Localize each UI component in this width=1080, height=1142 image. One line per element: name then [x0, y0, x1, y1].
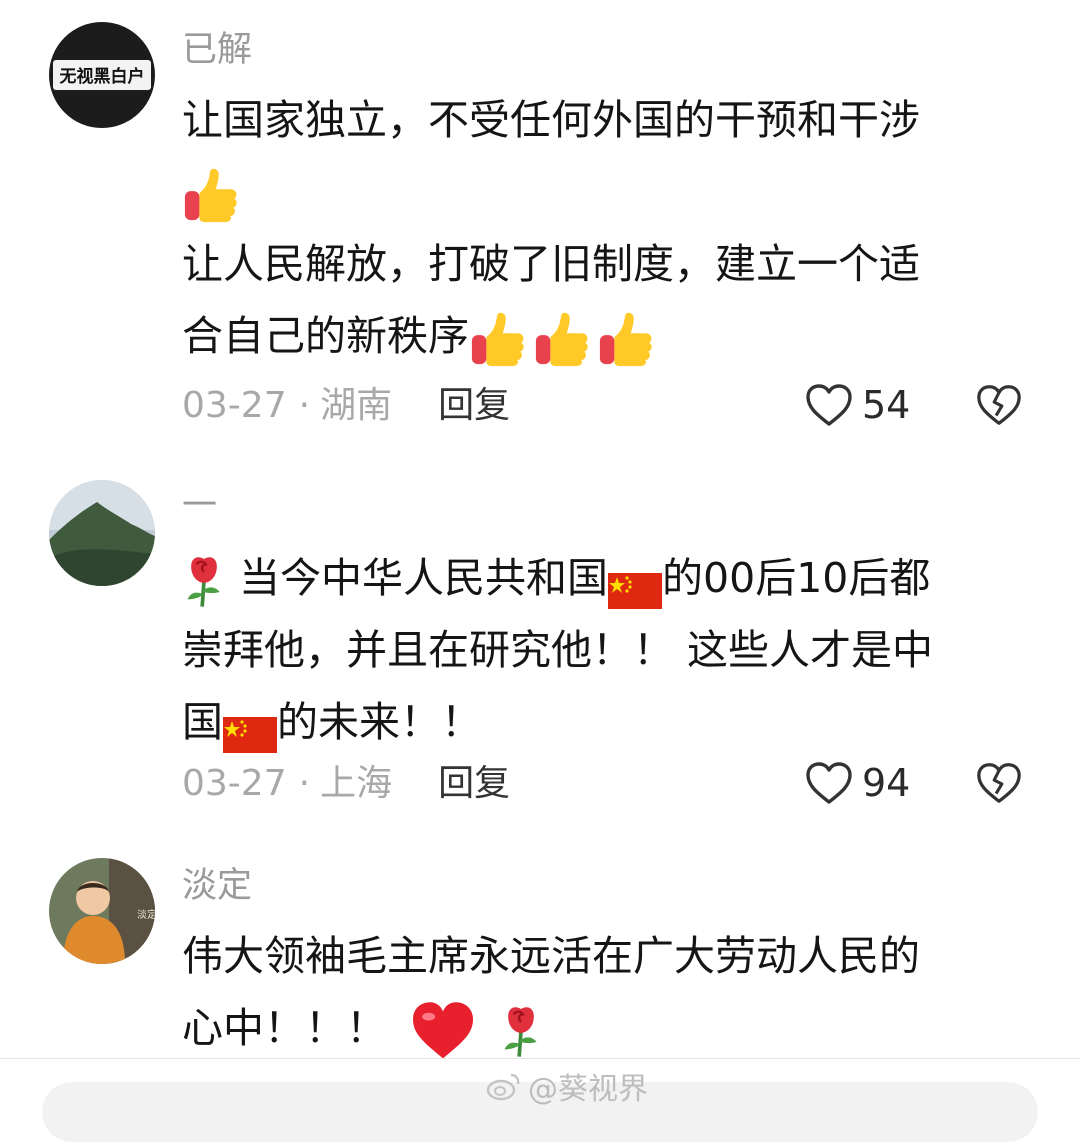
comment-item: 淡定 淡定 伟大领袖毛主席永远活在广大劳动人民的 心中！！！: [0, 0, 1080, 1060]
comment-line: 心中！！！: [182, 1004, 387, 1052]
rose-icon: [499, 1002, 543, 1060]
comment-line: 伟大领袖毛主席永远活在广大劳动人民的: [182, 932, 920, 980]
comment-text: 伟大领袖毛主席永远活在广大劳动人民的 心中！！！: [182, 920, 1002, 1064]
avatar-text: 淡定: [137, 908, 155, 921]
watermark-text: @葵视界: [528, 1072, 648, 1107]
watermark: @葵视界: [486, 1064, 648, 1108]
divider: [0, 1058, 1080, 1059]
weibo-icon: [486, 1073, 520, 1101]
red-heart-icon: [410, 1001, 476, 1061]
username[interactable]: 淡定: [182, 866, 252, 906]
avatar[interactable]: 淡定: [49, 858, 155, 964]
